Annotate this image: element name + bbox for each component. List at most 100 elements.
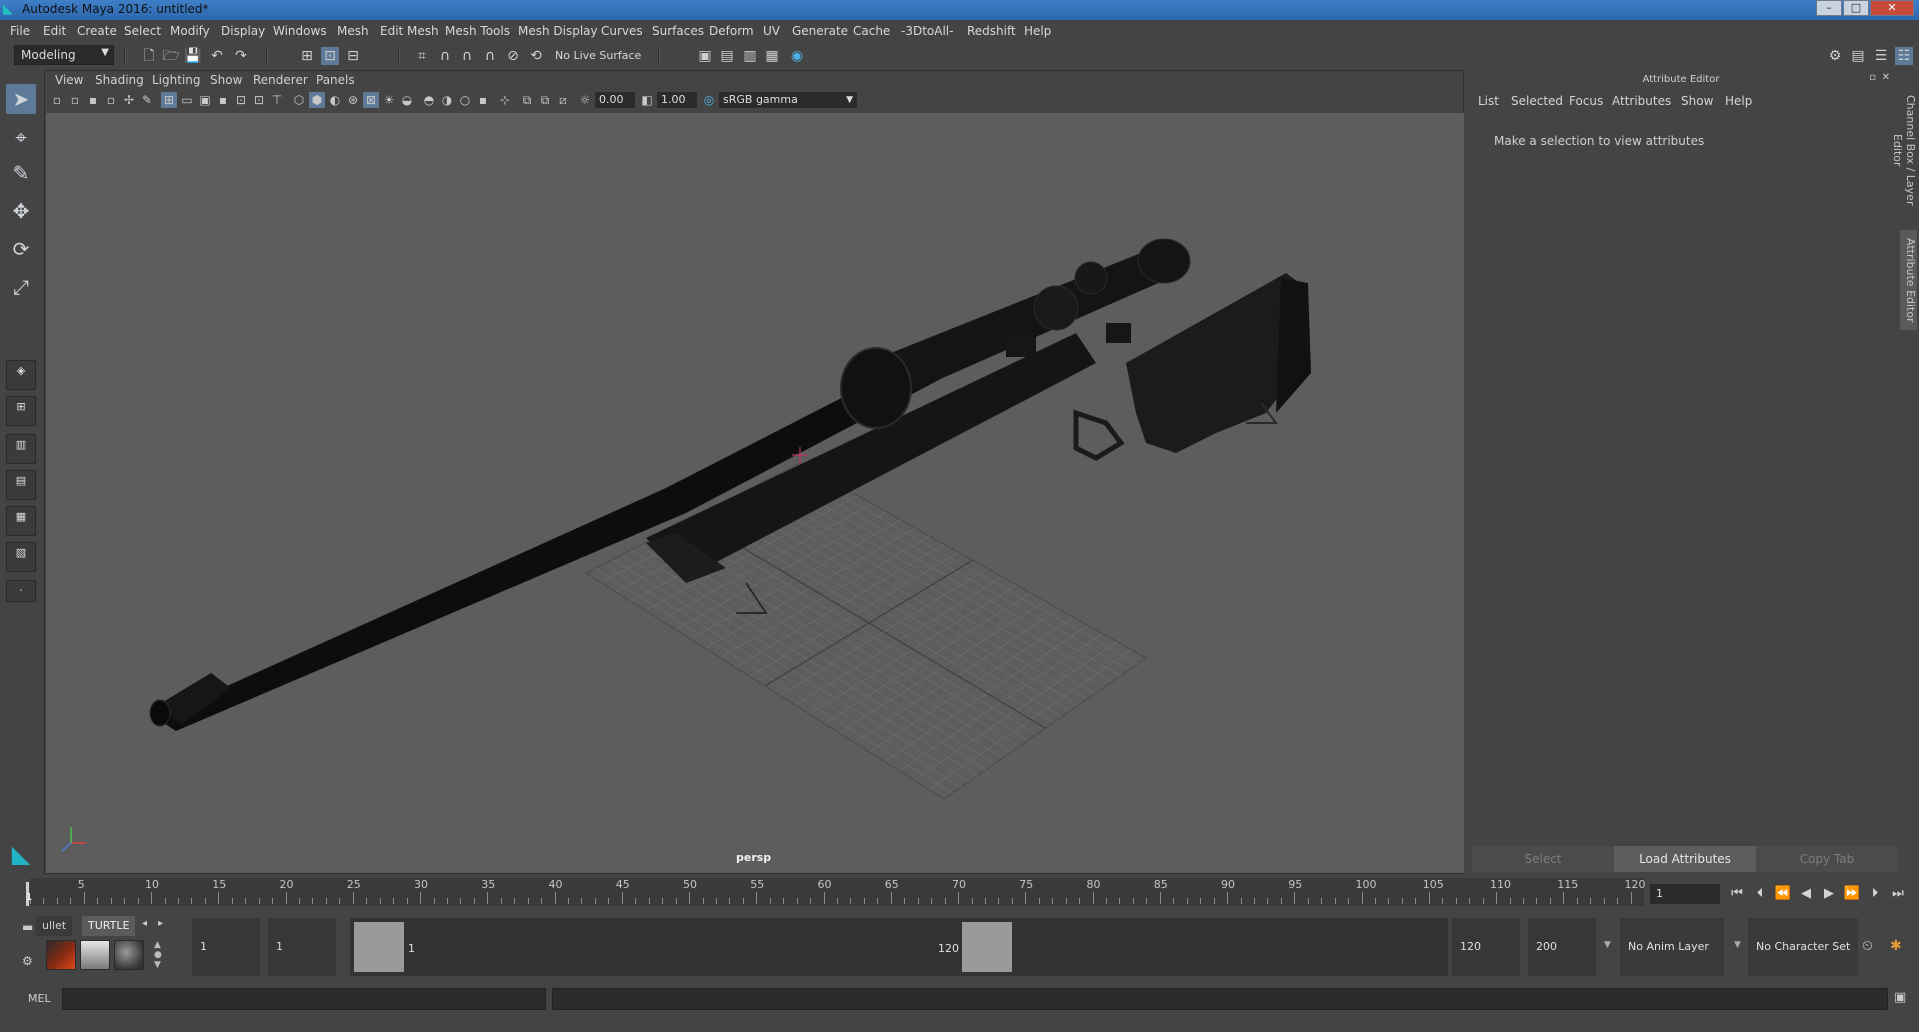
attr-menu-selected[interactable]: Selected [1511, 94, 1563, 108]
shelf-collapse-icon[interactable]: ▬ [22, 920, 33, 934]
xray-joints-icon[interactable]: ⧉ [519, 92, 535, 108]
script-editor-icon[interactable]: ▣ [1894, 990, 1906, 1005]
textured-icon[interactable]: ⊛ [345, 92, 361, 108]
anim-layer-dropdown[interactable]: No Anim Layer [1620, 918, 1724, 976]
menu-uv[interactable]: UV [763, 24, 780, 38]
menu-redshift[interactable]: Redshift [967, 24, 1016, 38]
film-gate-icon[interactable]: ▭ [179, 92, 195, 108]
step-back-frame-icon[interactable]: ⏴ [1750, 884, 1770, 904]
safe-title-icon[interactable]: ⊤ [269, 92, 285, 108]
camera-icon[interactable]: ▫ [49, 92, 65, 108]
rotate-tool-icon[interactable]: ⟳ [6, 234, 36, 264]
shelf-settings-icon[interactable]: ⚙ [22, 954, 33, 968]
range-start-handle[interactable] [354, 922, 404, 972]
undo-icon[interactable]: ↶ [208, 47, 226, 65]
gamma-field[interactable]: 1.00 [657, 92, 697, 108]
screen-space-ao-icon[interactable]: ◒ [399, 92, 415, 108]
field-chart-icon[interactable]: ⊡ [233, 92, 249, 108]
open-scene-icon[interactable]: 🗁 [162, 47, 180, 65]
play-forwards-icon[interactable]: ▶ [1819, 884, 1839, 904]
shelf-scroll-icon[interactable]: ▲ ● ▼ [154, 940, 166, 970]
panel-menu-lighting[interactable]: Lighting [152, 73, 201, 87]
close-button[interactable]: ✕ [1870, 0, 1914, 16]
persp-outliner-layout-icon[interactable]: ▥ [6, 434, 36, 464]
copy-tab-button[interactable]: Copy Tab [1756, 846, 1898, 872]
tab-attribute-editor[interactable]: Attribute Editor [1900, 230, 1917, 330]
bookmark-icon[interactable]: ▪ [85, 92, 101, 108]
menu-select[interactable]: Select [124, 24, 161, 38]
close-panel-icon[interactable]: ✕ [1882, 72, 1890, 83]
gamma-icon[interactable]: ◧ [639, 92, 655, 108]
paint-select-tool-icon[interactable]: ✎ [6, 158, 36, 188]
shadows-icon[interactable]: ☀ [381, 92, 397, 108]
time-slider[interactable]: 5 10 15 20 25 30 35 40 45 50 55 60 65 70 75 80 85 90 95 100… [26, 878, 1646, 906]
persp-graph-layout-icon[interactable]: ▤ [6, 470, 36, 500]
menu-curves[interactable]: Curves [601, 24, 643, 38]
menu-mesh-tools[interactable]: Mesh Tools [445, 24, 510, 38]
grid-toggle-icon[interactable]: ⊞ [161, 92, 177, 108]
render-settings-icon[interactable]: ▦ [763, 47, 781, 65]
range-end-handle[interactable] [962, 922, 1012, 972]
shelf-next-icon[interactable]: ▸ [158, 918, 163, 929]
make-live-icon[interactable]: ⊘ [504, 47, 522, 65]
xray-icon[interactable]: ⊹ [497, 92, 513, 108]
exposure-field[interactable]: 0.00 [595, 92, 635, 108]
four-view-layout-icon[interactable]: ⊞ [6, 396, 36, 426]
xray-components-icon[interactable]: ⧉ [537, 92, 553, 108]
select-hierarchy-icon[interactable]: ⊞ [298, 47, 316, 65]
turtle-bake-icon[interactable] [80, 940, 110, 970]
load-attributes-button[interactable]: Load Attributes [1614, 846, 1756, 872]
menu-surfaces[interactable]: Surfaces [652, 24, 704, 38]
depth-of-field-icon[interactable]: ○ [457, 92, 473, 108]
menuset-dropdown[interactable]: Modeling ▼ [14, 45, 114, 65]
attr-menu-help[interactable]: Help [1725, 94, 1752, 108]
step-back-key-icon[interactable]: ⏪ [1773, 884, 1793, 904]
move-tool-icon[interactable]: ✥ [6, 196, 36, 226]
menu-windows[interactable]: Windows [273, 24, 327, 38]
channel-box-icon[interactable]: ☷ [1895, 47, 1913, 65]
save-scene-icon[interactable]: 💾 [184, 47, 202, 65]
turtle-surface-icon[interactable] [114, 940, 144, 970]
menu-deform[interactable]: Deform [709, 24, 754, 38]
grease-pencil-icon[interactable]: ✎ [139, 92, 155, 108]
menu-3dtoall[interactable]: -3DtoAll- [901, 24, 953, 38]
menu-mesh[interactable]: Mesh [337, 24, 369, 38]
float-panel-icon[interactable]: ▫ [1869, 72, 1876, 83]
all-lights-icon[interactable]: ⊠ [363, 92, 379, 108]
panel-menu-view[interactable]: View [55, 73, 83, 87]
menu-display[interactable]: Display [221, 24, 265, 38]
start-time-field[interactable]: 1 [192, 918, 260, 976]
turtle-render-icon[interactable] [46, 940, 76, 970]
snap-point-icon[interactable]: ∩ [458, 47, 476, 65]
menu-create[interactable]: Create [77, 24, 117, 38]
play-backwards-icon[interactable]: ◀ [1796, 884, 1816, 904]
panel-menu-renderer[interactable]: Renderer [253, 73, 308, 87]
2d-pan-zoom-icon[interactable]: ✢ [121, 92, 137, 108]
smooth-shade-icon[interactable]: ⬢ [309, 92, 325, 108]
live-surface-field[interactable]: No Live Surface [555, 49, 641, 62]
backface-icon[interactable]: ⧄ [555, 92, 571, 108]
character-set-dropdown[interactable]: No Character Set [1748, 918, 1858, 976]
menu-edit-mesh[interactable]: Edit Mesh [380, 24, 439, 38]
wireframe-on-shaded-icon[interactable]: ◐ [327, 92, 343, 108]
exposure-icon[interactable]: ☼ [577, 92, 593, 108]
playback-start-field[interactable]: 1 [268, 918, 336, 976]
modeling-toolkit-icon[interactable]: ⚙ [1826, 47, 1844, 65]
snap-view-plane-icon[interactable]: ∩ [481, 47, 499, 65]
maximize-button[interactable]: □ [1843, 0, 1869, 16]
panel-menu-shading[interactable]: Shading [95, 73, 144, 87]
color-management-icon[interactable]: ◎ [701, 92, 717, 108]
chevron-down-icon[interactable]: ▼ [1734, 940, 1741, 950]
multisample-aa-icon[interactable]: ◑ [439, 92, 455, 108]
playback-end-field[interactable]: 120 [1452, 918, 1520, 976]
snap-curve-icon[interactable]: ∩ [436, 47, 454, 65]
motion-blur-icon[interactable]: ◓ [421, 92, 437, 108]
range-slider-track[interactable]: 1 120 [350, 918, 1448, 976]
image-plane-icon[interactable]: ▫ [103, 92, 119, 108]
single-perspective-layout-icon[interactable]: ◈ [6, 360, 36, 390]
select-object-icon[interactable]: ⊡ [321, 47, 339, 65]
layout-more-icon[interactable]: · [6, 580, 36, 602]
isolate-select-icon[interactable]: ▪ [475, 92, 491, 108]
viewport-3d-scene[interactable]: persp [46, 113, 1464, 873]
auto-key-icon[interactable]: ⏲ [1862, 938, 1873, 954]
